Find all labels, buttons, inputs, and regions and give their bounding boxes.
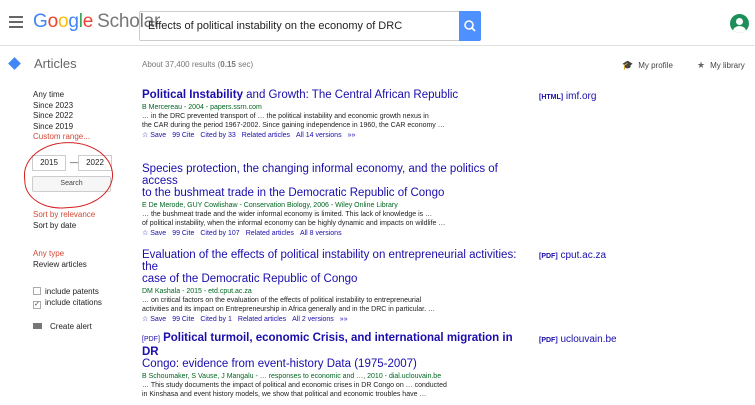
sort-by-date[interactable]: Sort by date — [33, 221, 76, 230]
result-snippet: the CAR during the period 1967-2002. Sin… — [142, 122, 445, 129]
cite-link[interactable]: 99 Cite — [172, 230, 194, 237]
search-input[interactable]: Effects of political instability on the … — [139, 11, 459, 41]
cited-by-link[interactable]: Cited by 107 — [200, 230, 239, 237]
all-versions-link[interactable]: All 8 versions — [300, 230, 342, 237]
filter-custom-range[interactable]: Custom range... — [33, 132, 133, 143]
result-snippet: … This study documents the impact of pol… — [142, 382, 447, 389]
related-articles-link[interactable]: Related articles — [238, 316, 286, 323]
top-bar: Google Scholar Effects of political insta… — [0, 0, 755, 46]
filter-any-type[interactable]: Any type — [33, 249, 64, 258]
result-snippet: in Kinshasa and event history models, we… — [142, 391, 427, 398]
articles-diamond-icon — [8, 57, 21, 70]
result-authors: B Mercereau - 2004 - papers.ssrn.com — [142, 104, 262, 111]
more-icon[interactable]: »» — [340, 316, 348, 323]
result-snippet: activities and its impact on Entrepreneu… — [142, 306, 435, 313]
filter-since-2022[interactable]: Since 2022 — [33, 111, 133, 122]
save-link[interactable]: ☆ Save — [142, 316, 166, 323]
include-patents-checkbox[interactable]: include patents — [33, 287, 133, 297]
section-label: Articles — [34, 56, 77, 71]
fulltext-link[interactable]: [HTML] imf.org — [539, 91, 596, 102]
filter-any-time[interactable]: Any time — [33, 90, 133, 101]
filter-review-articles[interactable]: Review articles — [33, 260, 87, 269]
result-snippet: … on critical factors on the evaluation … — [142, 297, 422, 304]
profile-icon: 🎓 — [622, 60, 634, 70]
results-count: About 37,400 results (0.15 sec) — [142, 60, 254, 69]
red-annotation-circle — [21, 138, 116, 212]
menu-icon[interactable] — [9, 16, 23, 28]
more-icon[interactable]: »» — [348, 132, 356, 139]
result-title[interactable]: [PDF] Political turmoil, economic Crisis… — [142, 332, 522, 370]
filter-since-2019[interactable]: Since 2019 — [33, 122, 133, 133]
year-to-input[interactable]: 2022 — [78, 155, 112, 171]
my-profile-link[interactable]: 🎓 My profile — [622, 60, 673, 71]
checkbox-unchecked-icon — [33, 287, 41, 295]
result-snippet: … in the DRC prevented transport of … th… — [142, 113, 429, 120]
cite-link[interactable]: 99 Cite — [172, 132, 194, 139]
result-authors: DM Kashala - 2015 - etd.cput.ac.za — [142, 288, 252, 295]
all-versions-link[interactable]: All 14 versions — [296, 132, 342, 139]
result-snippet: of political instability, when the infor… — [142, 220, 446, 227]
fulltext-link[interactable]: [PDF] cput.ac.za — [539, 250, 606, 261]
checkbox-checked-icon: ✓ — [33, 301, 41, 309]
result-actions: ☆ Save 99 Cite Cited by 1 Related articles A… — [142, 315, 522, 325]
search-icon — [464, 20, 476, 32]
result-title[interactable]: Evaluation of the effects of political i… — [142, 249, 522, 285]
time-filter-list: Any time Since 2023 Since 2022 Since 201… — [33, 90, 133, 143]
cite-link[interactable]: 99 Cite — [172, 316, 194, 323]
star-icon: ★ — [697, 60, 706, 70]
fulltext-link[interactable]: [PDF] uclouvain.be — [539, 334, 617, 345]
result-item: Species protection, the changing informa… — [142, 163, 522, 239]
save-link[interactable]: ☆ Save — [142, 230, 166, 237]
result-item: Evaluation of the effects of political i… — [142, 249, 522, 325]
year-separator: — — [70, 158, 78, 167]
year-from-input[interactable]: 2015 — [32, 155, 66, 171]
account-avatar[interactable] — [730, 14, 749, 33]
filter-since-2023[interactable]: Since 2023 — [33, 101, 133, 112]
result-snippet: … the bushmeat trade and the wider infor… — [142, 211, 433, 218]
result-item: Political Instability and Growth: The Ce… — [142, 89, 522, 141]
all-versions-link[interactable]: All 2 versions — [292, 316, 334, 323]
result-authors: B Schoumaker, S Vause, J Mangalu - … res… — [142, 373, 442, 380]
cited-by-link[interactable]: Cited by 33 — [200, 132, 235, 139]
save-link[interactable]: ☆ Save — [142, 132, 166, 139]
include-citations-checkbox[interactable]: ✓ include citations — [33, 298, 133, 309]
result-authors: E De Merode, GUY Cowlishaw - Conservatio… — [142, 202, 398, 209]
result-title[interactable]: Species protection, the changing informa… — [142, 163, 522, 199]
search-button[interactable] — [459, 11, 481, 41]
result-actions: ☆ Save 99 Cite Cited by 33 Related articles… — [142, 131, 522, 141]
cited-by-link[interactable]: Cited by 1 — [200, 316, 232, 323]
envelope-icon — [33, 323, 42, 329]
result-actions: ☆ Save 99 Cite Cited by 107 Related article… — [142, 229, 522, 239]
sort-by-relevance[interactable]: Sort by relevance — [33, 210, 95, 219]
create-alert-link[interactable]: Create alert — [33, 322, 92, 331]
year-range: 2015 — 2022 — [32, 155, 112, 171]
related-articles-link[interactable]: Related articles — [246, 230, 294, 237]
result-item: [PDF] Political turmoil, economic Crisis… — [142, 332, 522, 399]
my-library-link[interactable]: ★ My library — [697, 60, 745, 71]
year-search-button[interactable]: Search — [32, 176, 111, 192]
result-title[interactable]: Political Instability and Growth: The Ce… — [142, 89, 522, 101]
related-articles-link[interactable]: Related articles — [242, 132, 290, 139]
